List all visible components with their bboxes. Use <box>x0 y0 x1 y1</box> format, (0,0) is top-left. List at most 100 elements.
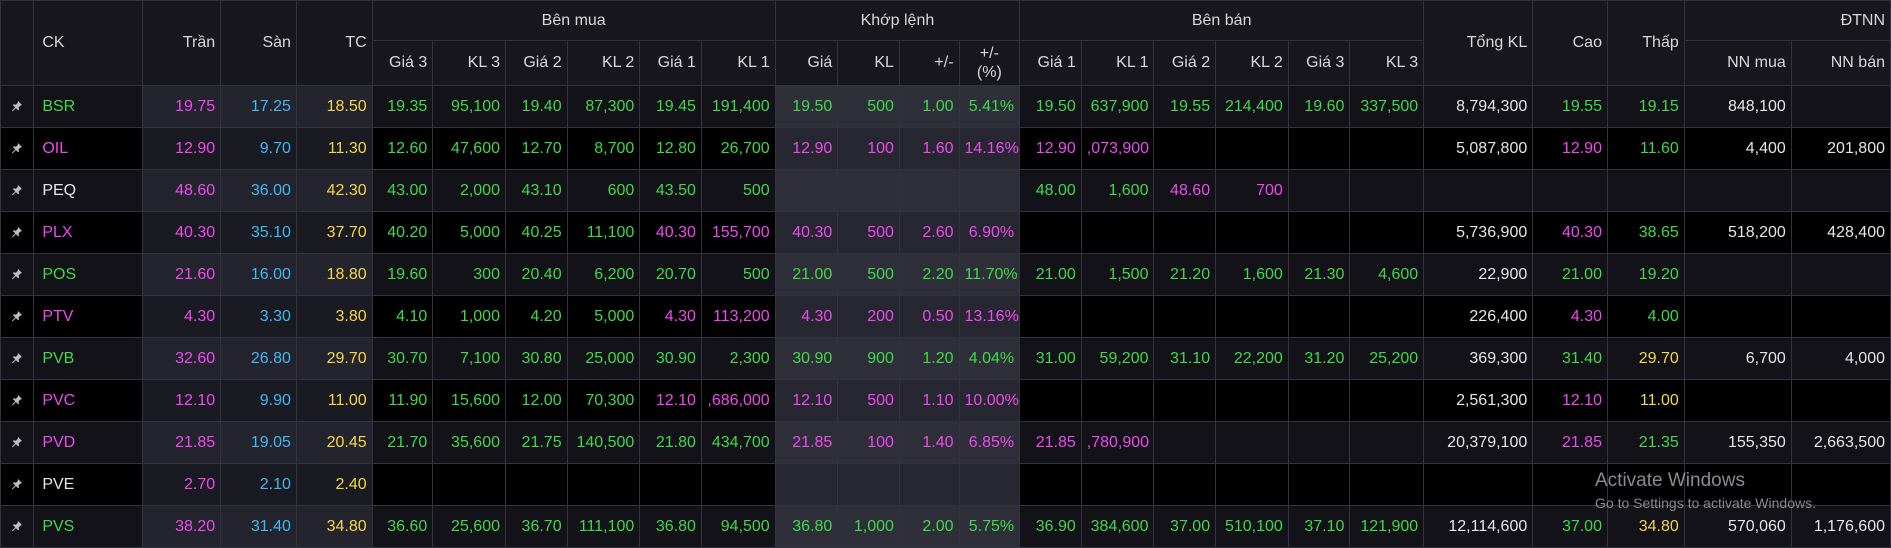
pin-icon[interactable] <box>0 505 35 548</box>
pin-icon[interactable] <box>0 127 35 170</box>
pin-icon[interactable] <box>0 337 35 380</box>
col-header-ck[interactable]: CK <box>33 0 144 86</box>
symbol-cell[interactable]: PVB <box>33 337 144 380</box>
cell-chg: 1.20 <box>898 337 960 380</box>
pin-icon[interactable] <box>0 295 35 338</box>
col-header-sell-gia3[interactable]: Giá 3 <box>1287 40 1351 86</box>
cell-nnm <box>1683 169 1792 212</box>
col-header-tc[interactable]: TC <box>295 0 373 86</box>
cell-pct: 13.16% <box>958 295 1021 338</box>
stock-row-pve[interactable]: PVE 2.70 2.10 2.40 <box>0 463 1891 506</box>
cell-b2p: 12.00 <box>504 379 568 422</box>
stock-row-pos[interactable]: POS 21.60 16.00 18.80 19.60 300 20.40 6,200 20.7… <box>0 253 1891 296</box>
cell-b3v: 5,000 <box>432 211 506 254</box>
cell-b2v: 140,500 <box>566 421 641 464</box>
symbol-cell[interactable]: PVC <box>33 379 144 422</box>
cell-mp: 19.50 <box>774 85 839 128</box>
symbol-cell[interactable]: PVE <box>33 463 144 506</box>
pin-icon[interactable] <box>0 85 35 128</box>
col-header-sell-kl3[interactable]: KL 3 <box>1349 40 1425 86</box>
col-header-sell-kl1[interactable]: KL 1 <box>1080 40 1155 86</box>
cell-mp: 40.30 <box>774 211 839 254</box>
col-header-match-change-pct[interactable]: +/- (%) <box>958 40 1021 86</box>
col-header-sell-kl2[interactable]: KL 2 <box>1215 40 1289 86</box>
symbol-cell[interactable]: POS <box>33 253 144 296</box>
col-header-tran[interactable]: Trần <box>142 0 222 86</box>
cell-tkl: 12,114,600 <box>1423 505 1534 548</box>
cell-b1p: 12.10 <box>639 379 702 422</box>
cell-san: 17.25 <box>220 85 297 128</box>
cell-cao: 21.00 <box>1532 253 1608 296</box>
cell-b1v: 26,700 <box>700 127 776 170</box>
stock-row-oil[interactable]: OIL 12.90 9.70 11.30 12.60 47,600 12.70 8,700 12… <box>0 127 1891 170</box>
col-header-match-gia[interactable]: Giá <box>774 40 839 86</box>
stock-row-peq[interactable]: PEQ 48.60 36.00 42.30 43.00 2,000 43.10 600 43.5… <box>0 169 1891 212</box>
cell-s1v <box>1080 379 1155 422</box>
cell-s3p <box>1287 295 1351 338</box>
col-header-buy-kl2[interactable]: KL 2 <box>566 40 641 86</box>
col-header-match-change[interactable]: +/- <box>898 40 960 86</box>
col-header-sell-gia1[interactable]: Giá 1 <box>1019 40 1082 86</box>
col-header-buy-kl1[interactable]: KL 1 <box>700 40 776 86</box>
cell-mp: 12.90 <box>774 127 839 170</box>
cell-mp: 21.00 <box>774 253 839 296</box>
col-header-nn-ban[interactable]: NN bán <box>1790 40 1891 86</box>
stock-row-pvd[interactable]: PVD 21.85 19.05 20.45 21.70 35,600 21.75 140,50… <box>0 421 1891 464</box>
cell-nnm <box>1683 463 1792 506</box>
pin-icon[interactable] <box>0 379 35 422</box>
pin-icon[interactable] <box>0 169 35 212</box>
cell-mp: 12.10 <box>774 379 839 422</box>
pin-icon[interactable] <box>0 463 35 506</box>
cell-nnb <box>1790 379 1891 422</box>
cell-mp <box>774 463 839 506</box>
col-header-sell-gia2[interactable]: Giá 2 <box>1153 40 1217 86</box>
symbol-cell[interactable]: PEQ <box>33 169 144 212</box>
cell-nnb <box>1790 85 1891 128</box>
cell-tc: 18.80 <box>295 253 373 296</box>
cell-cao: 31.40 <box>1532 337 1608 380</box>
col-header-buy-gia2[interactable]: Giá 2 <box>504 40 568 86</box>
col-header-nn-mua[interactable]: NN mua <box>1683 40 1792 86</box>
symbol-cell[interactable]: PVD <box>33 421 144 464</box>
cell-b1v: 2,300 <box>700 337 776 380</box>
cell-s2v <box>1215 127 1289 170</box>
cell-b1p: 4.30 <box>639 295 702 338</box>
stock-row-plx[interactable]: PLX 40.30 35.10 37.70 40.20 5,000 40.25 11,100 4… <box>0 211 1891 254</box>
col-header-san[interactable]: Sàn <box>220 0 297 86</box>
symbol-cell[interactable]: BSR <box>33 85 144 128</box>
group-header-ben-mua: Bên mua <box>371 0 776 41</box>
cell-nnb <box>1790 295 1891 338</box>
cell-b3v: 1,000 <box>432 295 506 338</box>
symbol-cell[interactable]: OIL <box>33 127 144 170</box>
cell-thap: 11.60 <box>1606 127 1685 170</box>
stock-row-ptv[interactable]: PTV 4.30 3.30 3.80 4.10 1,000 4.20 5,000 4.30 113… <box>0 295 1891 338</box>
cell-tc: 3.80 <box>295 295 373 338</box>
cell-b3v: 15,600 <box>432 379 506 422</box>
col-header-buy-kl3[interactable]: KL 3 <box>432 40 506 86</box>
cell-san: 9.70 <box>220 127 297 170</box>
stock-row-pvb[interactable]: PVB 32.60 26.80 29.70 30.70 7,100 30.80 25,000 3… <box>0 337 1891 380</box>
symbol-cell[interactable]: PLX <box>33 211 144 254</box>
col-header-buy-gia3[interactable]: Giá 3 <box>371 40 434 86</box>
cell-tran: 19.75 <box>142 85 222 128</box>
cell-b2v: 600 <box>566 169 641 212</box>
cell-b3v: 7,100 <box>432 337 506 380</box>
cell-pct: 4.04% <box>958 337 1021 380</box>
stock-row-pvs[interactable]: PVS 38.20 31.40 34.80 36.60 25,600 36.70 111,10… <box>0 505 1891 548</box>
col-header-match-kl[interactable]: KL <box>837 40 900 86</box>
cell-s2p <box>1153 127 1217 170</box>
col-header-buy-gia1[interactable]: Giá 1 <box>639 40 702 86</box>
stock-row-bsr[interactable]: BSR 19.75 17.25 18.50 19.35 95,100 19.40 87,300… <box>0 85 1891 128</box>
pin-icon[interactable] <box>0 421 35 464</box>
pin-icon[interactable] <box>0 253 35 296</box>
symbol-cell[interactable]: PVS <box>33 505 144 548</box>
stock-row-pvc[interactable]: PVC 12.10 9.90 11.00 11.90 15,600 12.00 70,300 1… <box>0 379 1891 422</box>
symbol-cell[interactable]: PTV <box>33 295 144 338</box>
cell-pct: 11.70% <box>958 253 1021 296</box>
col-header-cao[interactable]: Cao <box>1532 0 1608 86</box>
cell-nnm: 155,350 <box>1683 421 1792 464</box>
col-header-tong-kl[interactable]: Tổng KL <box>1423 0 1534 86</box>
cell-san: 3.30 <box>220 295 297 338</box>
col-header-thap[interactable]: Thấp <box>1606 0 1685 86</box>
pin-icon[interactable] <box>0 211 35 254</box>
